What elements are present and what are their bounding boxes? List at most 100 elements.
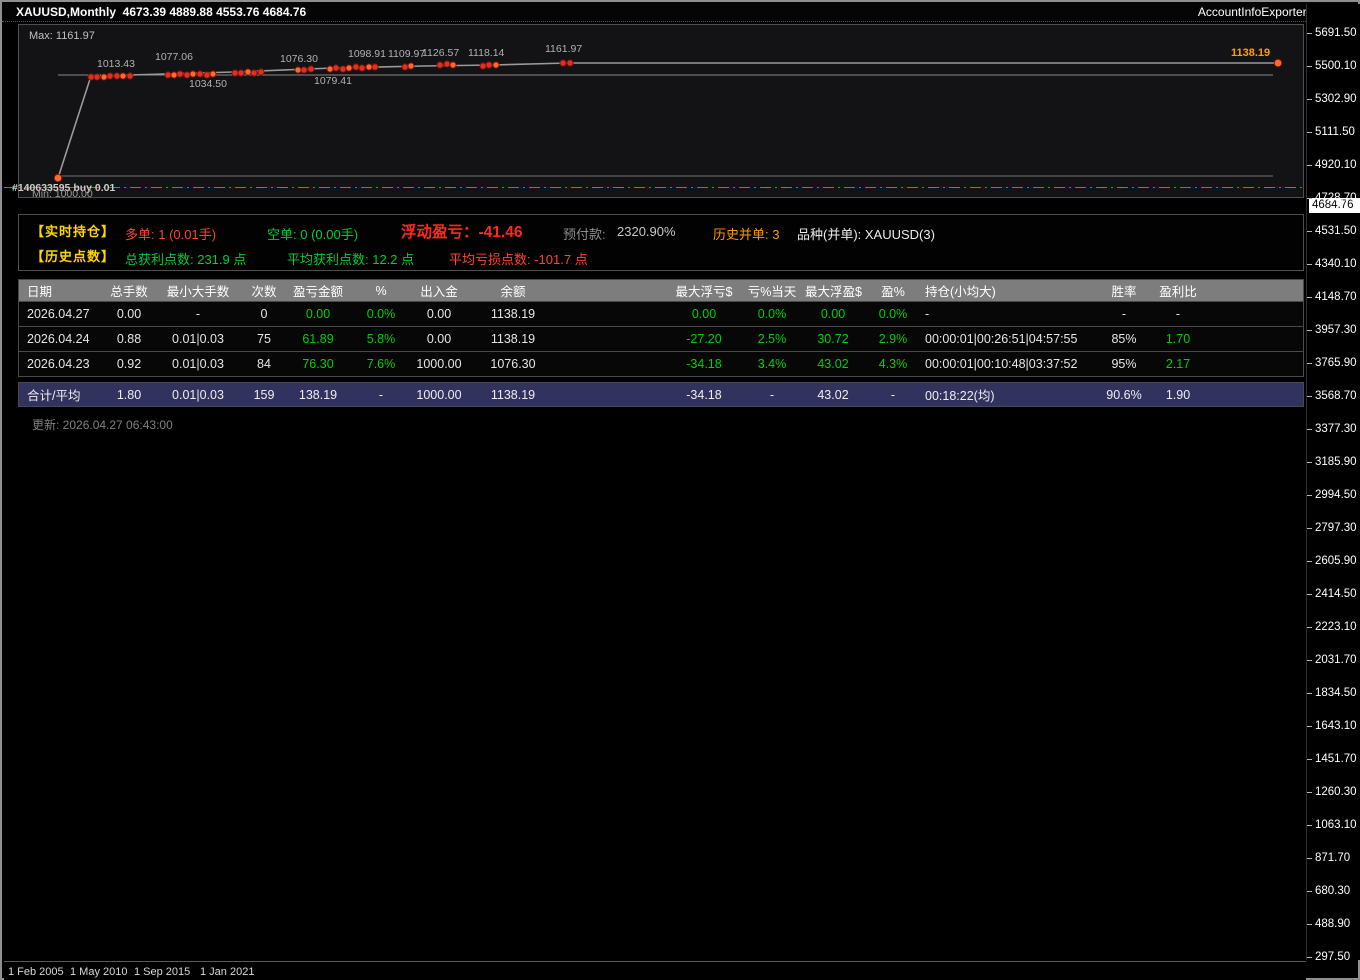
table-cell: 0.00 bbox=[426, 332, 452, 346]
equity-curve-svg bbox=[53, 58, 1283, 183]
table-cell: 次数 bbox=[251, 285, 277, 299]
price-axis[interactable]: 4684.76 5691.50 5500.10 5302.90 5111.50 4920… bbox=[1306, 4, 1360, 963]
table-cell: 0.01|0.03 bbox=[172, 332, 224, 346]
table-cell: % bbox=[375, 283, 387, 298]
update-timestamp: 更新: 2026.04.27 06:43:00 bbox=[32, 418, 173, 432]
price-tick: 5111.50 bbox=[1307, 126, 1355, 138]
trade-dot bbox=[365, 63, 373, 71]
price-tick: 4148.70 bbox=[1307, 291, 1357, 303]
trade-dot bbox=[100, 73, 108, 81]
table-cell: 1000.00 bbox=[416, 387, 462, 402]
stats-table: 日期 总手数 最小大手数 次数 盈亏金额% 出入金 余额 最大浮亏$ 亏%当天 最大浮盈$ 盈% 持仓… bbox=[18, 279, 1304, 407]
table-cell: 0.0% bbox=[878, 307, 908, 321]
balance-point-label: 1098.91 bbox=[348, 48, 386, 60]
terminal-window: XAUUSD,Monthly 4673.39 4889.88 4553.76 4… bbox=[0, 0, 1360, 980]
history-merged-text: 历史并单: 3 bbox=[713, 227, 780, 242]
long-position-text: 多单: 1 (0.01手) bbox=[125, 227, 217, 242]
table-cell: 0.0% bbox=[366, 307, 396, 321]
table-cell: 最大浮盈$ bbox=[805, 285, 862, 299]
trade-dot bbox=[231, 69, 239, 77]
short-position-text: 空单: 0 (0.00手) bbox=[267, 227, 359, 242]
table-cell: 2026.04.23 bbox=[27, 357, 90, 371]
table-cell: 0.88 bbox=[116, 332, 142, 346]
price-tick: 3568.70 bbox=[1307, 390, 1357, 402]
margin-value: 2320.90% bbox=[617, 224, 676, 239]
table-cell: 61.89 bbox=[302, 332, 334, 346]
price-tick: 3957.30 bbox=[1307, 324, 1357, 336]
trade-dot bbox=[196, 70, 204, 78]
table-cell: - bbox=[890, 387, 896, 402]
table-cell: 43.02 bbox=[817, 357, 849, 371]
table-cell: 0.00 bbox=[305, 307, 331, 321]
price-tick: 3185.90 bbox=[1307, 456, 1357, 468]
table-cell: 0.00 bbox=[116, 307, 142, 321]
price-tick: 1451.70 bbox=[1307, 753, 1357, 765]
trade-dot bbox=[53, 173, 63, 183]
trade-dot bbox=[492, 61, 500, 69]
table-cell: 85% bbox=[1111, 332, 1137, 346]
table-cell: 0.01|0.03 bbox=[172, 387, 224, 402]
table-cell: 1138.19 bbox=[490, 332, 536, 346]
table-cell: 30.72 bbox=[817, 332, 849, 346]
trade-dot bbox=[244, 68, 252, 76]
table-cell: 日期 bbox=[27, 285, 53, 299]
table-cell: - bbox=[195, 307, 201, 321]
trade-dot bbox=[93, 73, 101, 81]
table-cell: 1138.19 bbox=[490, 387, 536, 402]
price-tick: 5500.10 bbox=[1307, 60, 1357, 72]
total-profit-points: 总获利点数: 231.9 点 bbox=[125, 252, 247, 267]
table-cell: 0.92 bbox=[116, 357, 142, 371]
trade-dot bbox=[358, 64, 366, 72]
trade-dot bbox=[436, 61, 444, 69]
trade-dot bbox=[307, 65, 315, 73]
trade-dot bbox=[559, 59, 567, 67]
avg-profit-points: 平均获利点数: 12.2 点 bbox=[287, 252, 415, 267]
price-tick: 1260.30 bbox=[1307, 786, 1357, 798]
table-row: 合计/平均 1.80 0.01|0.03 159 138.19 - 1000.00 1138.… bbox=[18, 382, 1304, 407]
table-cell: 总手数 bbox=[110, 285, 148, 299]
table-cell: - bbox=[769, 387, 775, 402]
balance-point-label: 1118.14 bbox=[468, 47, 505, 59]
price-tick: 3765.90 bbox=[1307, 357, 1357, 369]
table-cell: 盈% bbox=[881, 285, 905, 299]
table-cell: 1138.19 bbox=[490, 307, 536, 321]
price-tick: 4728.70 bbox=[1307, 192, 1357, 204]
price-tick: 1643.10 bbox=[1307, 720, 1357, 732]
balance-point-label: 1034.50 bbox=[189, 78, 227, 90]
table-cell: 76.30 bbox=[302, 357, 334, 371]
table-cell: 00:00:01|00:10:48|03:37:52 bbox=[925, 357, 1078, 371]
trade-dot bbox=[164, 71, 172, 79]
price-tick: 2223.10 bbox=[1307, 621, 1357, 633]
trade-dot bbox=[352, 63, 360, 71]
table-cell: 0.00 bbox=[426, 307, 452, 321]
symbol-merged-text: 品种(并单): XAUUSD(3) bbox=[797, 227, 935, 242]
trade-dot bbox=[443, 60, 451, 68]
table-cell: 0 bbox=[260, 307, 268, 321]
table-cell: 0.00 bbox=[820, 307, 846, 321]
price-tick: 5691.50 bbox=[1307, 27, 1357, 39]
price-tick: 5302.90 bbox=[1307, 93, 1357, 105]
table-cell: - bbox=[925, 307, 930, 321]
balance-curve bbox=[57, 62, 1278, 179]
table-cell: 0.00 bbox=[691, 307, 717, 321]
table-row: 2026.04.27 0.00 - 0 0.00 0.0% 0.00 1138.19 0.00 0… bbox=[18, 302, 1304, 327]
balance-point-label: 1138.19 bbox=[1231, 47, 1271, 59]
trade-dot bbox=[371, 63, 379, 71]
price-tick: 2605.90 bbox=[1307, 555, 1357, 567]
table-cell: 2026.04.24 bbox=[27, 332, 90, 346]
balance-point-label: 1013.43 bbox=[97, 58, 135, 70]
price-tick: 680.30 bbox=[1306, 885, 1351, 897]
time-axis[interactable]: 1 Feb 2005 1 May 2010 1 Sep 2015 1 Jan 2021 bbox=[4, 961, 1306, 980]
open-order-line[interactable] bbox=[4, 187, 1306, 188]
price-tick: 2031.70 bbox=[1307, 654, 1357, 666]
table-row: 2026.04.24 0.88 0.01|0.03 75 61.89 5.8% 0.00 11… bbox=[18, 327, 1304, 352]
trade-dot bbox=[113, 72, 121, 80]
price-tick: 2797.30 bbox=[1307, 522, 1357, 534]
table-cell: 2.9% bbox=[878, 332, 908, 346]
table-cell: -34.18 bbox=[686, 357, 722, 371]
trade-dots bbox=[53, 58, 1283, 183]
history-points-tag: 【历史点数】 bbox=[31, 249, 116, 264]
table-cell: -27.20 bbox=[686, 332, 722, 346]
price-tick: 297.50 bbox=[1306, 951, 1351, 963]
table-row: 2026.04.23 0.92 0.01|0.03 84 76.30 7.6% 1000.0… bbox=[18, 352, 1304, 377]
